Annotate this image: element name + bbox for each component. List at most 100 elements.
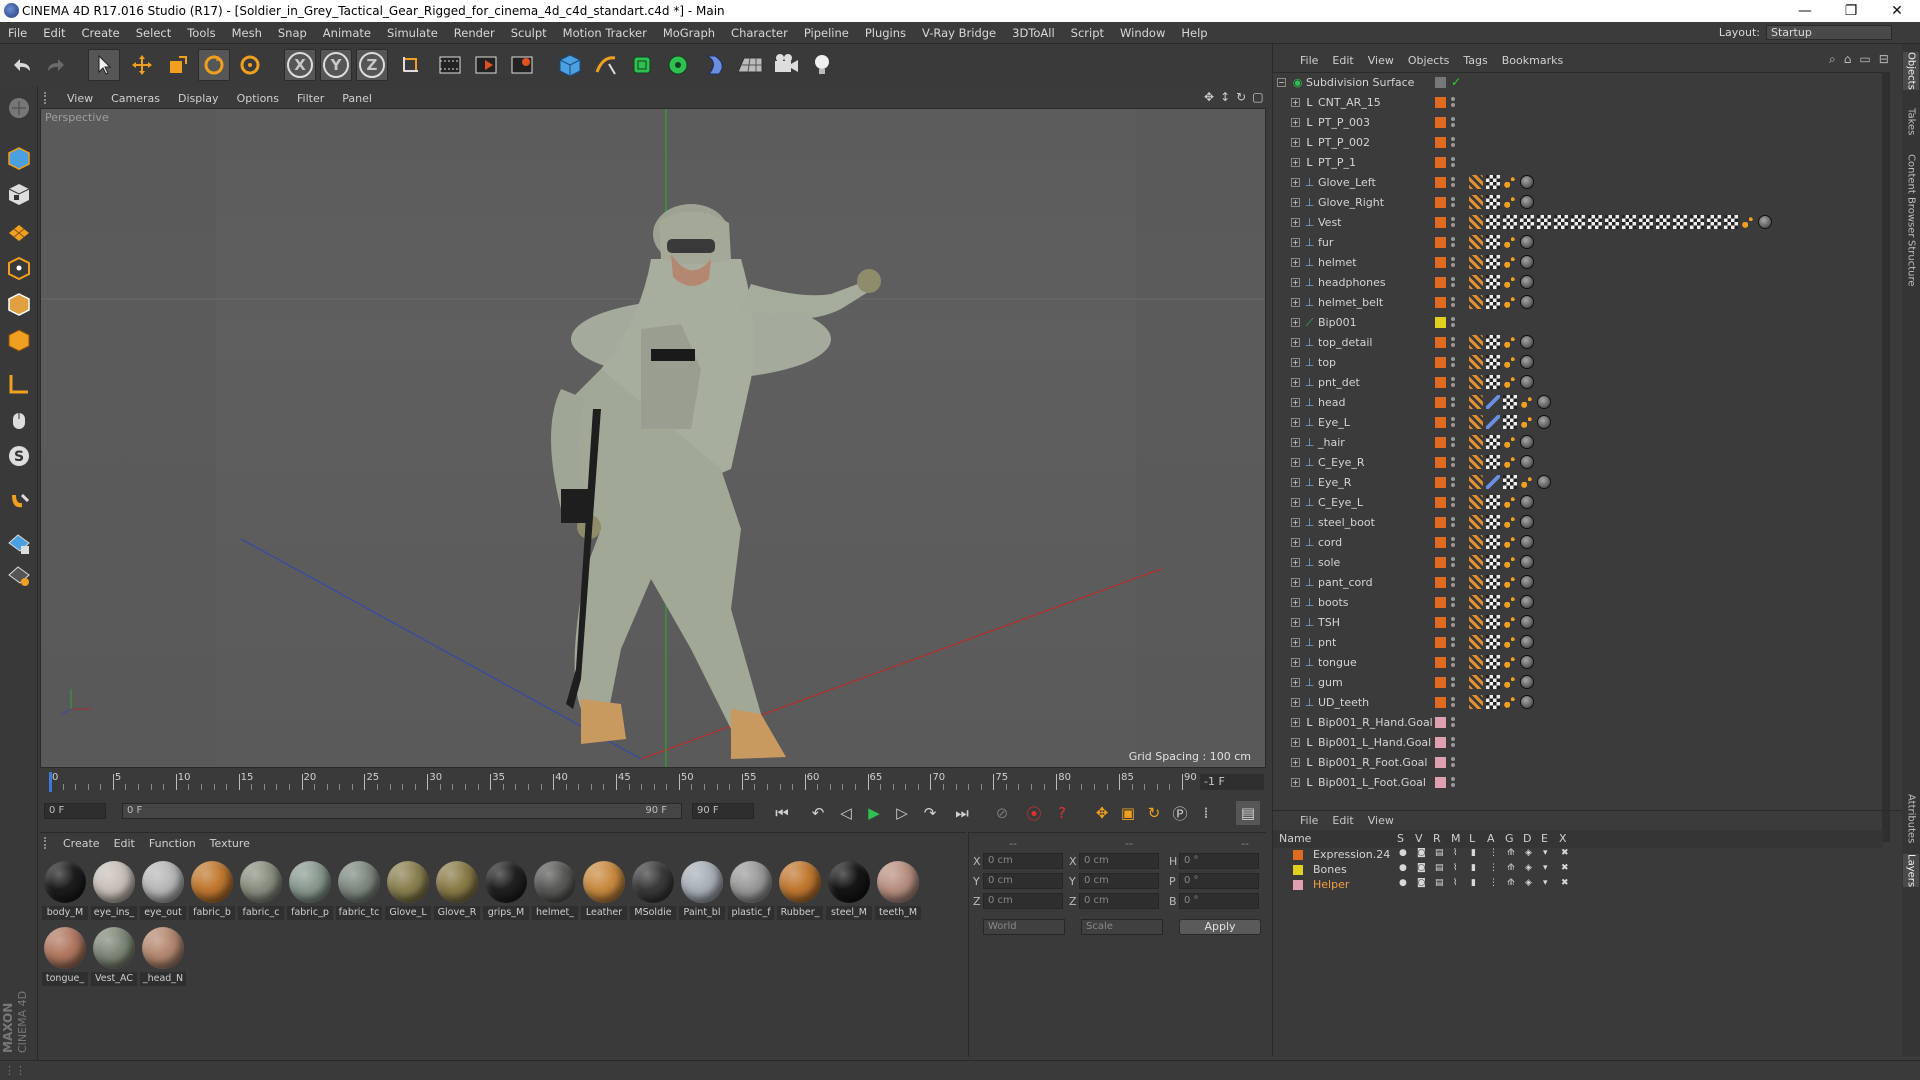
undo-icon[interactable]: [6, 49, 38, 81]
object-row[interactable]: + ⊥ pnt_det: [1273, 373, 1883, 393]
size-field[interactable]: 0 cm: [1079, 893, 1159, 909]
render-visibility-dot[interactable]: [1451, 483, 1455, 487]
render-visibility-dot[interactable]: [1451, 243, 1455, 247]
render-icon[interactable]: ▤: [1435, 848, 1444, 858]
object-row[interactable]: + L Bip001_L_Foot.Goal: [1273, 773, 1883, 793]
material-swatch[interactable]: fabric_c: [238, 859, 284, 923]
object-row-root[interactable]: − ◉ Subdivision Surface ✓: [1273, 73, 1883, 93]
object-row[interactable]: + ⊥ steel_boot: [1273, 513, 1883, 533]
object-name[interactable]: PT_P_003: [1318, 116, 1370, 129]
object-manager-menu-item[interactable]: Bookmarks: [1495, 54, 1570, 67]
editor-visibility-dot[interactable]: [1451, 217, 1455, 221]
menu-item[interactable]: 3DToAll: [1004, 26, 1063, 40]
selection-tag-icon[interactable]: [1503, 275, 1517, 289]
object-name[interactable]: Vest: [1318, 216, 1341, 229]
texture-tag-icon[interactable]: [1486, 455, 1500, 469]
cube-primitive-icon[interactable]: [554, 49, 586, 81]
animation-icon[interactable]: ⋮: [1489, 863, 1498, 873]
phong-tag-icon[interactable]: [1469, 595, 1483, 609]
rotate-tool-icon[interactable]: [198, 49, 230, 81]
material-tag-icon[interactable]: [1520, 515, 1534, 529]
selection-tag-icon[interactable]: [1503, 575, 1517, 589]
menu-item[interactable]: Plugins: [857, 26, 914, 40]
selection-tag-icon[interactable]: [1503, 635, 1517, 649]
render-visibility-dot[interactable]: [1451, 343, 1455, 347]
layout-dropdown[interactable]: Startup: [1766, 25, 1892, 40]
viewport-perspective[interactable]: Perspective: [40, 108, 1266, 768]
editor-visibility-dot[interactable]: [1451, 777, 1455, 781]
layer-row[interactable]: Expression.24 ● ◙ ▤ ⌇ ▮ ⋮ ⟰ ◈ ▾ ✖: [1273, 848, 1883, 862]
minimize-button[interactable]: —: [1782, 0, 1828, 22]
render-visibility-dot[interactable]: [1451, 143, 1455, 147]
next-frame-icon[interactable]: ▷: [890, 801, 914, 825]
object-name[interactable]: Bip001_L_Foot.Goal: [1318, 776, 1426, 789]
deformers-icon[interactable]: ◈: [1525, 863, 1532, 873]
object-row[interactable]: + ⊥ helmet_belt: [1273, 293, 1883, 313]
phong-tag-icon[interactable]: [1469, 635, 1483, 649]
render-visibility-dot[interactable]: [1451, 603, 1455, 607]
material-tag-icon[interactable]: [1537, 475, 1551, 489]
object-row[interactable]: + L PT_P_1: [1273, 153, 1883, 173]
object-list[interactable]: − ◉ Subdivision Surface ✓ + L CNT_AR_15 + L P…: [1273, 72, 1883, 842]
visibility-dots[interactable]: [1451, 176, 1457, 190]
phong-tag-icon[interactable]: [1469, 175, 1483, 189]
visibility-dots[interactable]: [1451, 116, 1457, 130]
texture-tag-icon[interactable]: [1486, 295, 1500, 309]
menu-item[interactable]: Window: [1112, 26, 1173, 40]
phong-tag-icon[interactable]: [1469, 515, 1483, 529]
end-frame-field[interactable]: 90 F: [692, 803, 754, 819]
visibility-dots[interactable]: [1451, 596, 1457, 610]
texture-tag-icon[interactable]: [1486, 615, 1500, 629]
material-swatch[interactable]: body_M: [42, 859, 88, 923]
next-key-icon[interactable]: ↷: [918, 801, 942, 825]
material-swatch[interactable]: tongue_: [42, 925, 88, 989]
texture-tag-icon[interactable]: [1486, 355, 1500, 369]
redo-icon[interactable]: [40, 49, 72, 81]
object-row[interactable]: + ⊥ Eye_L: [1273, 413, 1883, 433]
texture-tag-icon[interactable]: [1486, 275, 1500, 289]
viewport-menu-item[interactable]: View: [58, 92, 102, 105]
material-swatch[interactable]: _head_N: [140, 925, 186, 989]
visibility-dots[interactable]: [1451, 456, 1457, 470]
editor-visibility-dot[interactable]: [1451, 477, 1455, 481]
scale-tool-icon[interactable]: [162, 49, 194, 81]
material-tag-icon[interactable]: [1520, 375, 1534, 389]
selection-tag-icon[interactable]: [1503, 515, 1517, 529]
record-keys-disabled-icon[interactable]: ⊘: [990, 801, 1014, 825]
visibility-dots[interactable]: [1451, 676, 1457, 690]
render-visibility-dot[interactable]: [1451, 683, 1455, 687]
texture-tag-icon[interactable]: [1486, 375, 1500, 389]
object-name[interactable]: Bip001: [1318, 316, 1357, 329]
rotation-field[interactable]: 0 °: [1179, 893, 1259, 909]
render-visibility-dot[interactable]: [1451, 763, 1455, 767]
key-position-icon[interactable]: ✥: [1090, 801, 1114, 825]
render-visibility-dot[interactable]: [1451, 363, 1455, 367]
material-tag-icon[interactable]: [1520, 435, 1534, 449]
expand-icon[interactable]: +: [1291, 178, 1300, 187]
selection-tag-icon[interactable]: [1503, 355, 1517, 369]
expand-icon[interactable]: +: [1291, 558, 1300, 567]
material-tag-icon[interactable]: [1520, 595, 1534, 609]
expand-icon[interactable]: +: [1291, 398, 1300, 407]
solo-icon[interactable]: ●: [1399, 878, 1407, 888]
render-visibility-dot[interactable]: [1451, 743, 1455, 747]
object-name[interactable]: gum: [1318, 676, 1343, 689]
selection-tag-icon[interactable]: [1503, 675, 1517, 689]
selection-tag-icon[interactable]: [1503, 235, 1517, 249]
object-name[interactable]: Bip001_R_Hand.Goal: [1318, 716, 1433, 729]
material-tag-icon[interactable]: [1520, 295, 1534, 309]
material-swatch[interactable]: Glove_R: [434, 859, 480, 923]
texture-tag-icon[interactable]: [1486, 255, 1500, 269]
phong-tag-icon[interactable]: [1469, 475, 1483, 489]
editor-visibility-dot[interactable]: [1451, 237, 1455, 241]
ik-tag-icon[interactable]: [1486, 395, 1500, 409]
layer-color-swatch[interactable]: [1435, 317, 1446, 328]
editor-visibility-dot[interactable]: [1451, 357, 1455, 361]
material-tag-icon[interactable]: [1520, 255, 1534, 269]
maximize-view-icon[interactable]: ▢: [1252, 90, 1263, 106]
solo-icon[interactable]: ●: [1399, 863, 1407, 873]
expand-icon[interactable]: +: [1291, 358, 1300, 367]
object-row[interactable]: + L CNT_AR_15: [1273, 93, 1883, 113]
selection-tag-icon[interactable]: [1503, 495, 1517, 509]
visible-icon[interactable]: ◙: [1417, 878, 1426, 888]
